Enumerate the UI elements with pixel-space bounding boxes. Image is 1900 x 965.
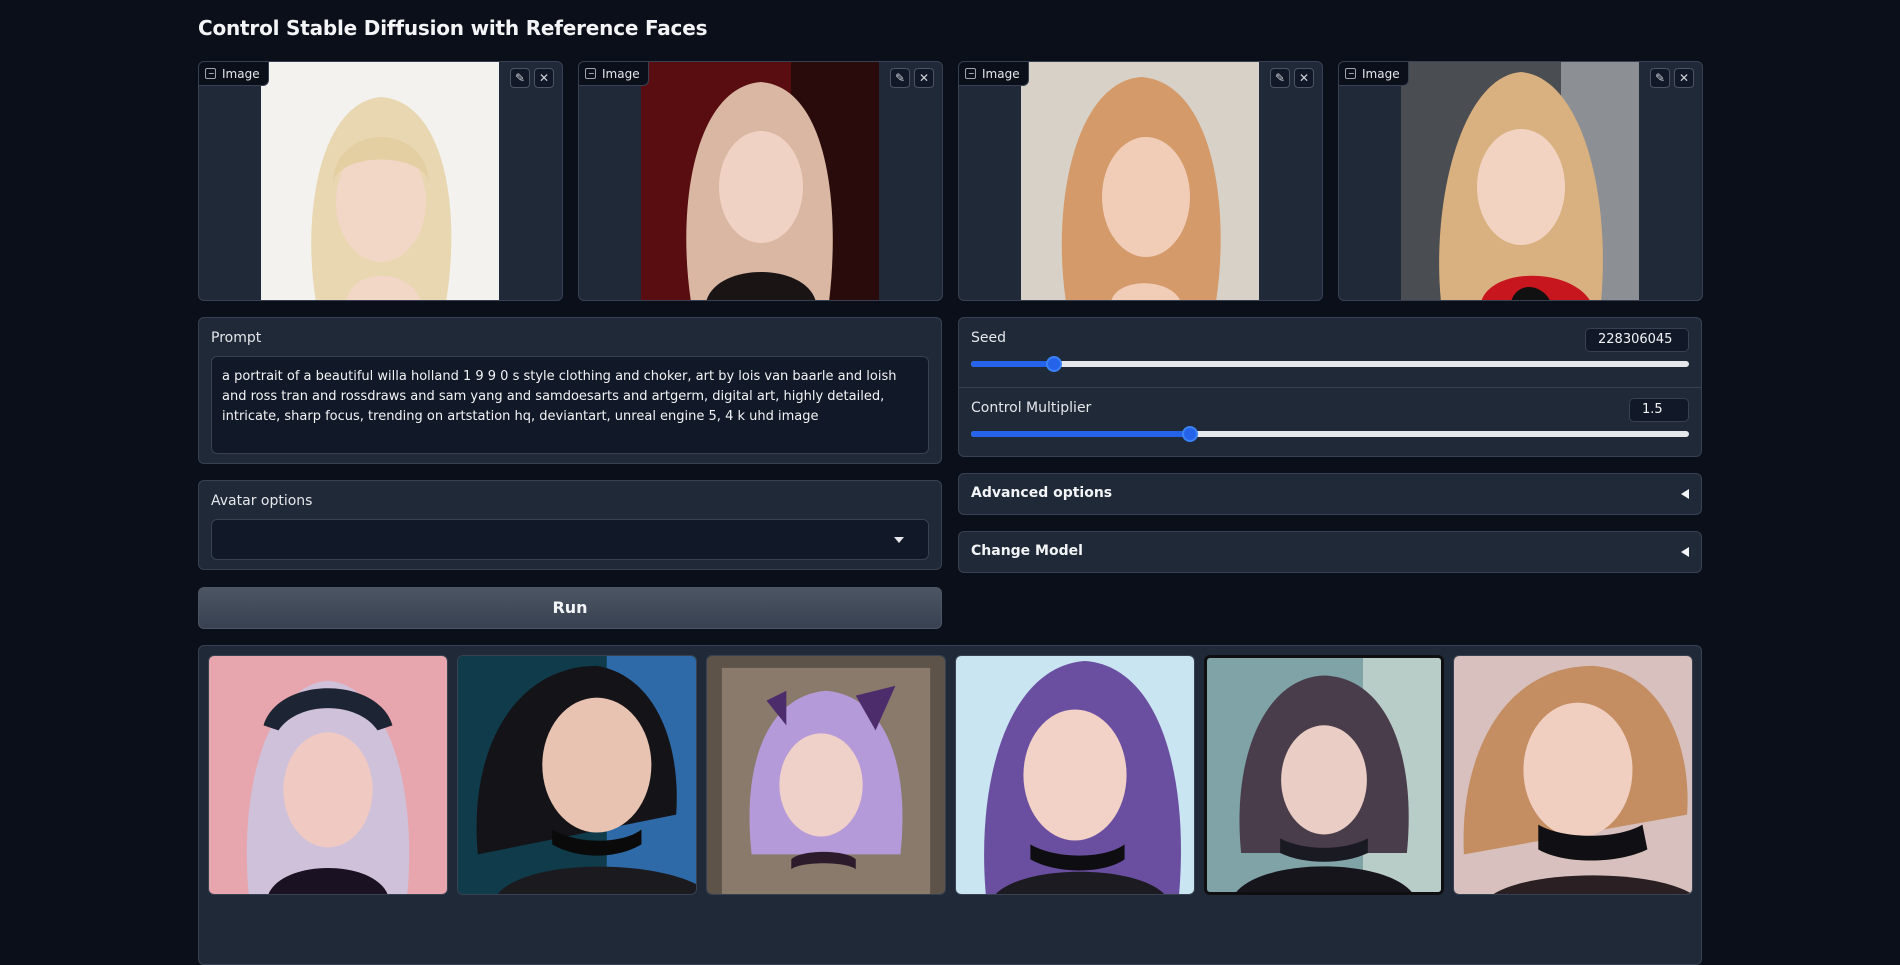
seed-slider[interactable]: [971, 356, 1689, 372]
output-gallery: [198, 645, 1702, 965]
image-icon: [965, 68, 976, 79]
reference-image-panel-1[interactable]: Image ✎ ✕: [198, 61, 563, 301]
control-multiplier-label: Control Multiplier: [971, 400, 1092, 416]
gallery-image[interactable]: [208, 655, 448, 895]
advanced-options-accordion[interactable]: Advanced options: [958, 473, 1702, 515]
prompt-block: Prompt a portrait of a beautiful willa h…: [198, 317, 942, 464]
reference-image-panel-2[interactable]: Image ✎ ✕: [578, 61, 943, 301]
page-title: Control Stable Diffusion with Reference …: [198, 16, 708, 40]
pencil-icon[interactable]: ✎: [1650, 68, 1670, 88]
control-multiplier-slider[interactable]: [971, 426, 1689, 442]
control-multiplier-slider-thumb[interactable]: [1181, 426, 1198, 442]
gallery-image[interactable]: [955, 655, 1195, 895]
divider: [959, 387, 1701, 388]
run-button[interactable]: Run: [198, 587, 942, 629]
reference-photo: [641, 62, 879, 300]
prompt-textarea[interactable]: a portrait of a beautiful willa holland …: [211, 356, 929, 454]
image-icon: [585, 68, 596, 79]
chevron-down-icon: [894, 537, 904, 543]
gallery-image[interactable]: [1204, 655, 1444, 895]
gallery-image[interactable]: [457, 655, 697, 895]
image-label: Image: [959, 62, 1029, 86]
pencil-icon[interactable]: ✎: [510, 68, 530, 88]
gallery-image[interactable]: [706, 655, 946, 895]
close-icon[interactable]: ✕: [1294, 68, 1314, 88]
change-model-accordion[interactable]: Change Model: [958, 531, 1702, 573]
image-icon: [205, 68, 216, 79]
seed-label: Seed: [971, 330, 1006, 346]
image-label: Image: [579, 62, 649, 86]
avatar-options-block: Avatar options: [198, 480, 942, 570]
reference-image-panel-3[interactable]: Image ✎ ✕: [958, 61, 1323, 301]
close-icon[interactable]: ✕: [914, 68, 934, 88]
pencil-icon[interactable]: ✎: [890, 68, 910, 88]
triangle-left-icon: [1681, 489, 1689, 499]
sliders-block: Seed 228306045 Control Multiplier 1.5: [958, 317, 1702, 457]
control-multiplier-slider-fill: [971, 431, 1190, 437]
prompt-label: Prompt: [211, 330, 262, 346]
reference-photo: [261, 62, 499, 300]
close-icon[interactable]: ✕: [534, 68, 554, 88]
control-multiplier-input[interactable]: 1.5: [1629, 398, 1689, 422]
close-icon[interactable]: ✕: [1674, 68, 1694, 88]
gallery-image[interactable]: [1453, 655, 1693, 895]
reference-image-panel-4[interactable]: Image ✎ ✕: [1338, 61, 1703, 301]
reference-photo: [1401, 62, 1639, 300]
change-model-label: Change Model: [971, 543, 1083, 559]
seed-input[interactable]: 228306045: [1585, 328, 1689, 352]
avatar-options-dropdown[interactable]: [211, 519, 929, 560]
advanced-options-label: Advanced options: [971, 485, 1113, 501]
triangle-left-icon: [1681, 547, 1689, 557]
image-label: Image: [199, 62, 269, 86]
pencil-icon[interactable]: ✎: [1270, 68, 1290, 88]
image-label: Image: [1339, 62, 1409, 86]
image-icon: [1345, 68, 1356, 79]
seed-slider-thumb[interactable]: [1045, 356, 1062, 372]
seed-slider-fill: [971, 361, 1054, 367]
reference-photo: [1021, 62, 1259, 300]
avatar-options-label: Avatar options: [211, 493, 313, 509]
